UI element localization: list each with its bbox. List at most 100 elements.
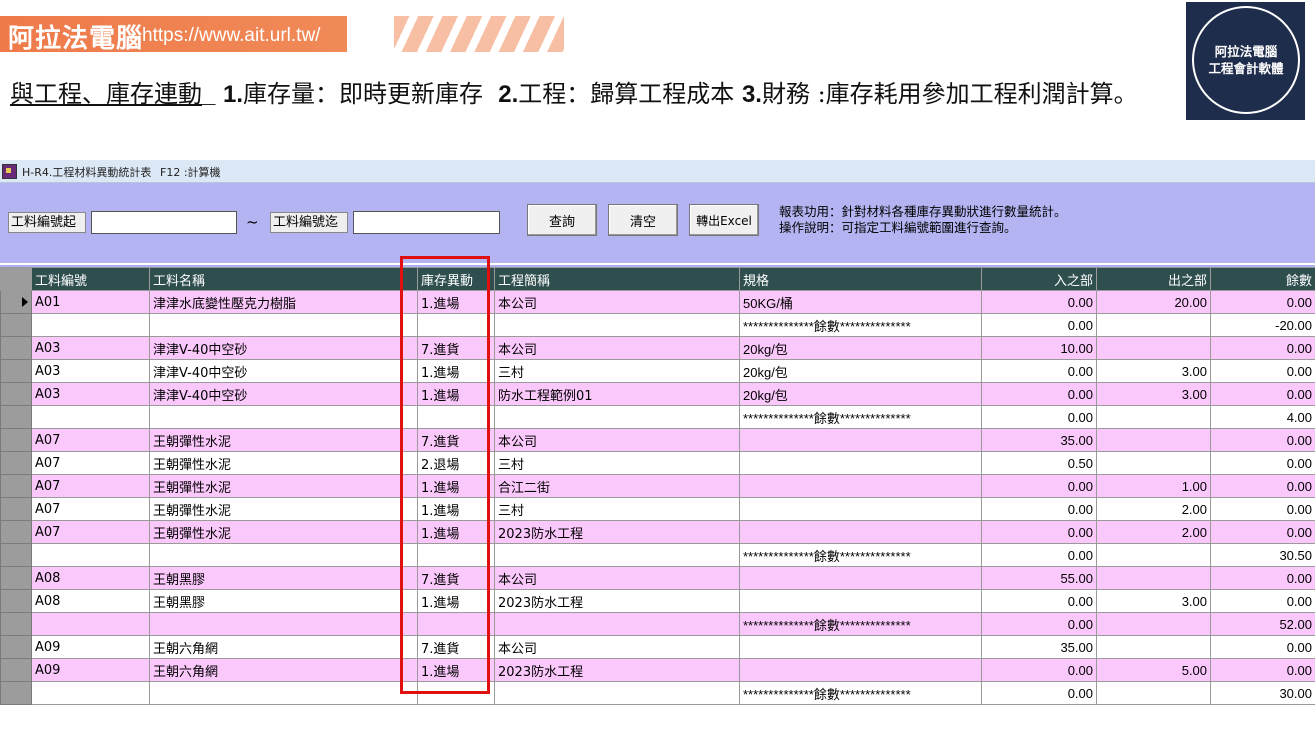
- cell-in[interactable]: 0.00: [981, 497, 1097, 521]
- cell-code[interactable]: A08: [31, 589, 150, 613]
- table-row[interactable]: **************餘數************** 0.00 -20.00: [0, 313, 1315, 337]
- cell-name[interactable]: 王朝六角網: [149, 658, 418, 682]
- cell-name[interactable]: [149, 313, 418, 337]
- cell-name[interactable]: 津津水底變性壓克力樹脂: [149, 290, 418, 314]
- cell-code[interactable]: A03: [31, 336, 150, 360]
- cell-spec[interactable]: [739, 566, 982, 590]
- cell-move[interactable]: 1.進場: [417, 589, 495, 613]
- cell-bal[interactable]: 0.00: [1210, 520, 1315, 544]
- cell-in[interactable]: 0.00: [981, 474, 1097, 498]
- cell-bal[interactable]: 4.00: [1210, 405, 1315, 429]
- row-selector[interactable]: [0, 336, 32, 360]
- cell-code[interactable]: A03: [31, 359, 150, 383]
- results-grid[interactable]: 工料編號 工料名稱 庫存異動 工程簡稱 規格 入之部 出之部 餘數 A01 津津水…: [0, 267, 1315, 708]
- cell-in[interactable]: 0.50: [981, 451, 1097, 475]
- cell-move[interactable]: 1.進場: [417, 382, 495, 406]
- cell-spec[interactable]: [739, 428, 982, 452]
- cell-spec[interactable]: 50KG/桶: [739, 290, 982, 314]
- row-selector[interactable]: [0, 658, 32, 682]
- cell-spec[interactable]: **************餘數**************: [739, 313, 982, 337]
- cell-spec[interactable]: [739, 451, 982, 475]
- cell-bal[interactable]: 0.00: [1210, 497, 1315, 521]
- cell-name[interactable]: [149, 405, 418, 429]
- cell-spec[interactable]: [739, 474, 982, 498]
- code-to-input[interactable]: [353, 211, 500, 234]
- cell-project[interactable]: 三村: [494, 497, 740, 521]
- cell-name[interactable]: 津津V-40中空砂: [149, 359, 418, 383]
- cell-name[interactable]: 王朝彈性水泥: [149, 428, 418, 452]
- cell-in[interactable]: 0.00: [981, 658, 1097, 682]
- cell-project[interactable]: 2023防水工程: [494, 658, 740, 682]
- cell-project[interactable]: 本公司: [494, 428, 740, 452]
- cell-move[interactable]: [417, 405, 495, 429]
- cell-bal[interactable]: 30.00: [1210, 681, 1315, 705]
- cell-spec[interactable]: [739, 497, 982, 521]
- row-selector[interactable]: [0, 290, 32, 314]
- row-selector[interactable]: [0, 474, 32, 498]
- cell-bal[interactable]: 0.00: [1210, 428, 1315, 452]
- cell-name[interactable]: 王朝黑膠: [149, 566, 418, 590]
- row-selector[interactable]: [0, 451, 32, 475]
- table-row[interactable]: A03 津津V-40中空砂 1.進場 防水工程範例01 20kg/包 0.00 3.00 0.…: [0, 382, 1315, 406]
- cell-code[interactable]: A07: [31, 428, 150, 452]
- cell-out[interactable]: [1096, 405, 1211, 429]
- cell-out[interactable]: [1096, 336, 1211, 360]
- cell-bal[interactable]: 0.00: [1210, 451, 1315, 475]
- cell-project[interactable]: 本公司: [494, 336, 740, 360]
- cell-out[interactable]: 2.00: [1096, 497, 1211, 521]
- row-selector[interactable]: [0, 313, 32, 337]
- cell-code[interactable]: A09: [31, 658, 150, 682]
- cell-out[interactable]: 3.00: [1096, 382, 1211, 406]
- cell-code[interactable]: [31, 612, 150, 636]
- cell-out[interactable]: 2.00: [1096, 520, 1211, 544]
- cell-out[interactable]: [1096, 543, 1211, 567]
- table-row[interactable]: A07 王朝彈性水泥 2.退場 三村 0.50 0.00: [0, 451, 1315, 475]
- cell-spec[interactable]: [739, 635, 982, 659]
- column-header[interactable]: 庫存異動: [417, 267, 495, 291]
- cell-code[interactable]: A08: [31, 566, 150, 590]
- cell-move[interactable]: 7.進貨: [417, 336, 495, 360]
- table-row[interactable]: A07 王朝彈性水泥 1.進場 三村 0.00 2.00 0.00: [0, 497, 1315, 521]
- cell-bal[interactable]: 0.00: [1210, 382, 1315, 406]
- cell-project[interactable]: 合江二街: [494, 474, 740, 498]
- cell-project[interactable]: 2023防水工程: [494, 520, 740, 544]
- cell-name[interactable]: 津津V-40中空砂: [149, 336, 418, 360]
- cell-out[interactable]: 3.00: [1096, 589, 1211, 613]
- cell-name[interactable]: 王朝彈性水泥: [149, 451, 418, 475]
- cell-in[interactable]: 0.00: [981, 359, 1097, 383]
- cell-move[interactable]: [417, 681, 495, 705]
- cell-spec[interactable]: **************餘數**************: [739, 681, 982, 705]
- row-selector[interactable]: [0, 497, 32, 521]
- clear-button[interactable]: 清空: [608, 204, 678, 236]
- cell-bal[interactable]: 30.50: [1210, 543, 1315, 567]
- cell-bal[interactable]: 0.00: [1210, 359, 1315, 383]
- cell-spec[interactable]: [739, 520, 982, 544]
- cell-bal[interactable]: 0.00: [1210, 566, 1315, 590]
- cell-spec[interactable]: [739, 589, 982, 613]
- cell-project[interactable]: [494, 313, 740, 337]
- table-row[interactable]: **************餘數************** 0.00 30.00: [0, 681, 1315, 705]
- cell-spec[interactable]: 20kg/包: [739, 382, 982, 406]
- cell-spec[interactable]: [739, 658, 982, 682]
- table-row[interactable]: **************餘數************** 0.00 52.00: [0, 612, 1315, 636]
- cell-in[interactable]: 35.00: [981, 428, 1097, 452]
- column-header[interactable]: 工料編號: [31, 267, 150, 291]
- cell-in[interactable]: 10.00: [981, 336, 1097, 360]
- cell-out[interactable]: [1096, 635, 1211, 659]
- cell-code[interactable]: A07: [31, 451, 150, 475]
- cell-bal[interactable]: 52.00: [1210, 612, 1315, 636]
- cell-name[interactable]: 王朝六角網: [149, 635, 418, 659]
- cell-out[interactable]: 1.00: [1096, 474, 1211, 498]
- cell-out[interactable]: [1096, 681, 1211, 705]
- row-selector[interactable]: [0, 543, 32, 567]
- cell-code[interactable]: A07: [31, 474, 150, 498]
- cell-bal[interactable]: 0.00: [1210, 589, 1315, 613]
- cell-move[interactable]: 7.進貨: [417, 635, 495, 659]
- row-selector[interactable]: [0, 405, 32, 429]
- cell-in[interactable]: 0.00: [981, 313, 1097, 337]
- table-row[interactable]: A09 王朝六角網 1.進場 2023防水工程 0.00 5.00 0.00: [0, 658, 1315, 682]
- table-row[interactable]: A09 王朝六角網 7.進貨 本公司 35.00 0.00: [0, 635, 1315, 659]
- cell-code[interactable]: A07: [31, 497, 150, 521]
- cell-code[interactable]: A01: [31, 290, 150, 314]
- table-row[interactable]: A03 津津V-40中空砂 7.進貨 本公司 20kg/包 10.00 0.00: [0, 336, 1315, 360]
